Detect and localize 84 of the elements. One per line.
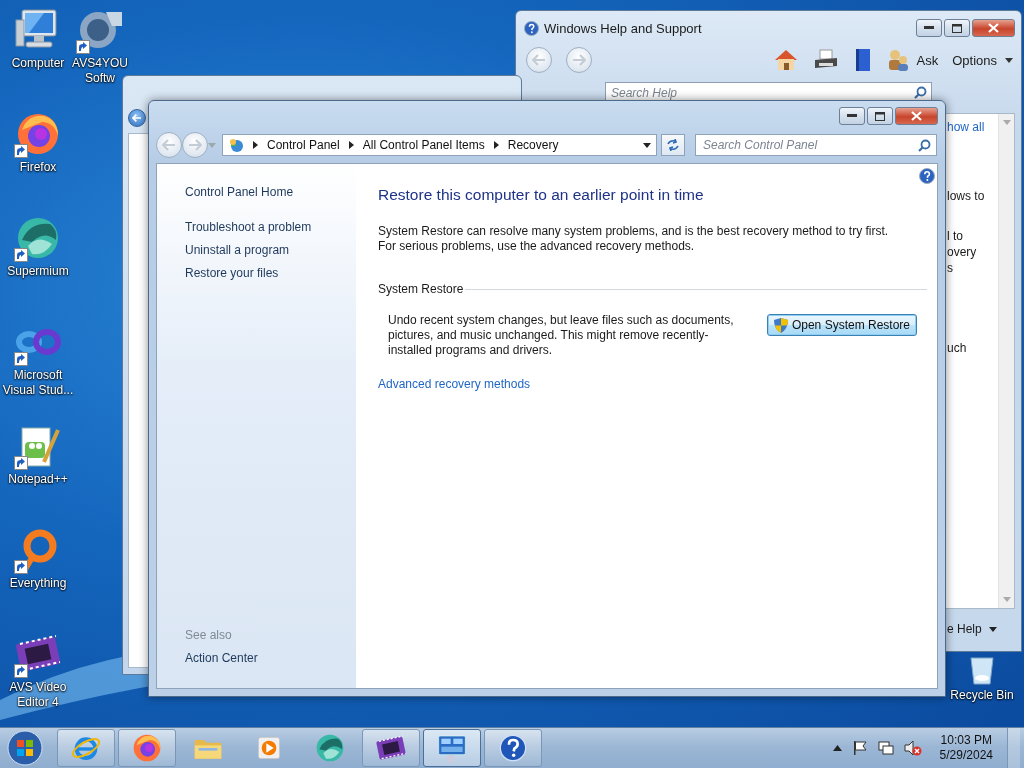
flag-icon[interactable] [851,740,868,756]
see-also-heading: See also [185,627,233,644]
desktop-shortcut[interactable]: Notepad++ [0,422,76,526]
minimize-button[interactable] [916,19,942,37]
close-button[interactable] [972,19,1015,37]
chevron-icon [493,141,499,149]
taskbar-button[interactable] [362,729,420,767]
intro-text: System Restore can resolve many system problems, and is the best recovery method to try first. For serious problems, use the advanced recovery methods. [378,224,890,254]
arrow-right-icon [188,139,202,151]
taskbar-button[interactable] [484,729,542,767]
back-button[interactable] [128,109,146,127]
clock[interactable]: 10:03 PM 5/29/2024 [939,733,993,763]
minimize-button[interactable] [839,107,865,125]
search-icon [914,86,927,99]
desktop-shortcut[interactable]: Recycle Bin [947,654,1017,703]
help-text: lows to [947,189,985,203]
start-button[interactable] [4,729,46,767]
breadcrumb[interactable]: All Control Panel Items [362,138,485,152]
caret-icon [208,142,216,148]
refresh-icon [666,139,680,151]
task-link[interactable]: Control Panel Home [185,181,356,204]
arrow-left-icon [132,114,142,122]
task-link[interactable]: Uninstall a program [185,239,356,262]
maximize-icon [952,23,962,33]
desktop-shortcut[interactable]: Everything [0,526,76,630]
network-icon[interactable] [877,740,894,756]
maximize-button[interactable] [944,19,970,37]
caret-icon [1002,597,1011,602]
minimize-icon [924,26,934,30]
caret-icon [1005,57,1013,63]
maximize-button[interactable] [867,107,893,125]
window-title: Windows Help and Support [544,20,702,36]
desktop-shortcut[interactable]: Microsoft Visual Stud... [0,318,76,422]
task-link[interactable]: Troubleshoot a problem [185,216,356,239]
ask-button[interactable]: Ask [886,48,939,72]
advanced-recovery-link[interactable]: Advanced recovery methods [378,377,531,391]
help-text: l to [947,229,963,243]
help-text: uch [947,341,967,355]
address-bar[interactable]: Control Panel All Control Panel Items Recovery [222,134,657,156]
close-button[interactable] [895,107,938,125]
refresh-button[interactable] [661,134,685,156]
swirl-globe-icon [314,732,346,764]
desktop-shortcut[interactable]: Supermium [0,214,76,318]
minimize-icon [847,114,857,118]
see-also-link[interactable]: Action Center [185,647,356,670]
arrow-left-icon [162,139,176,151]
show-hidden-icons-icon[interactable] [832,745,842,751]
help-icon[interactable] [524,20,539,36]
section-description: Undo recent system changes, but leave files such as documents, pictures, and music unchanged. This might remove recently-installed programs and drivers. [388,313,735,358]
fox-globe-icon [131,732,163,764]
help-text: s [947,261,953,275]
help-icon[interactable] [919,168,935,184]
control-panel-icon [228,137,244,153]
caret-icon [643,142,651,148]
open-system-restore-button[interactable]: Open System Restore [766,314,917,336]
people-icon [886,48,909,72]
monitor-icon [436,732,468,764]
task-link[interactable]: Restore your files [185,262,356,285]
page-heading: Restore this computer to an earlier point in time [378,186,705,204]
section-title: System Restore [378,282,464,296]
arrow-right-icon [572,54,586,66]
desktop-shortcut[interactable]: AVS Video Editor 4 [0,630,76,727]
arrow-left-icon [532,54,546,66]
search-icon [918,138,931,152]
breadcrumb[interactable]: Control Panel [267,138,340,152]
maximize-icon [875,111,885,121]
caret-icon [988,626,997,632]
caret-icon [1002,120,1011,125]
chevron-icon [253,141,258,149]
chevron-icon [348,141,354,149]
help-link[interactable]: how all [947,120,985,134]
desktop-shortcut[interactable]: Firefox [0,110,76,214]
scrollbar[interactable] [998,114,1014,608]
help-menu[interactable]: e Help [947,622,997,636]
windows-orb-icon [7,730,43,766]
speaker-muted-icon[interactable] [903,740,922,756]
shield-icon [773,317,788,333]
close-icon [988,23,999,33]
help-text: overy [947,245,977,259]
close-icon [911,111,922,121]
breadcrumb[interactable]: Recovery [507,138,559,152]
options-menu[interactable]: Options [952,52,1013,68]
help-icon [497,732,529,764]
search-field[interactable]: Search Control Panel [695,134,937,156]
